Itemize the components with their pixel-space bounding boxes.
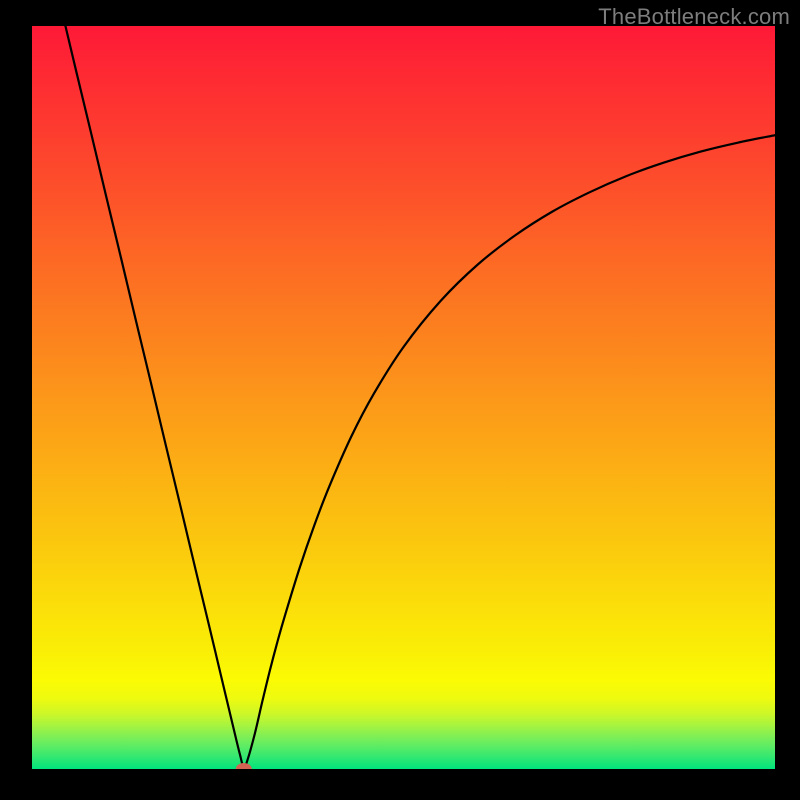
chart-canvas xyxy=(32,26,775,769)
gradient-background xyxy=(32,26,775,769)
plot-area xyxy=(32,26,775,769)
chart-frame: TheBottleneck.com xyxy=(0,0,800,800)
watermark-text: TheBottleneck.com xyxy=(598,4,790,30)
